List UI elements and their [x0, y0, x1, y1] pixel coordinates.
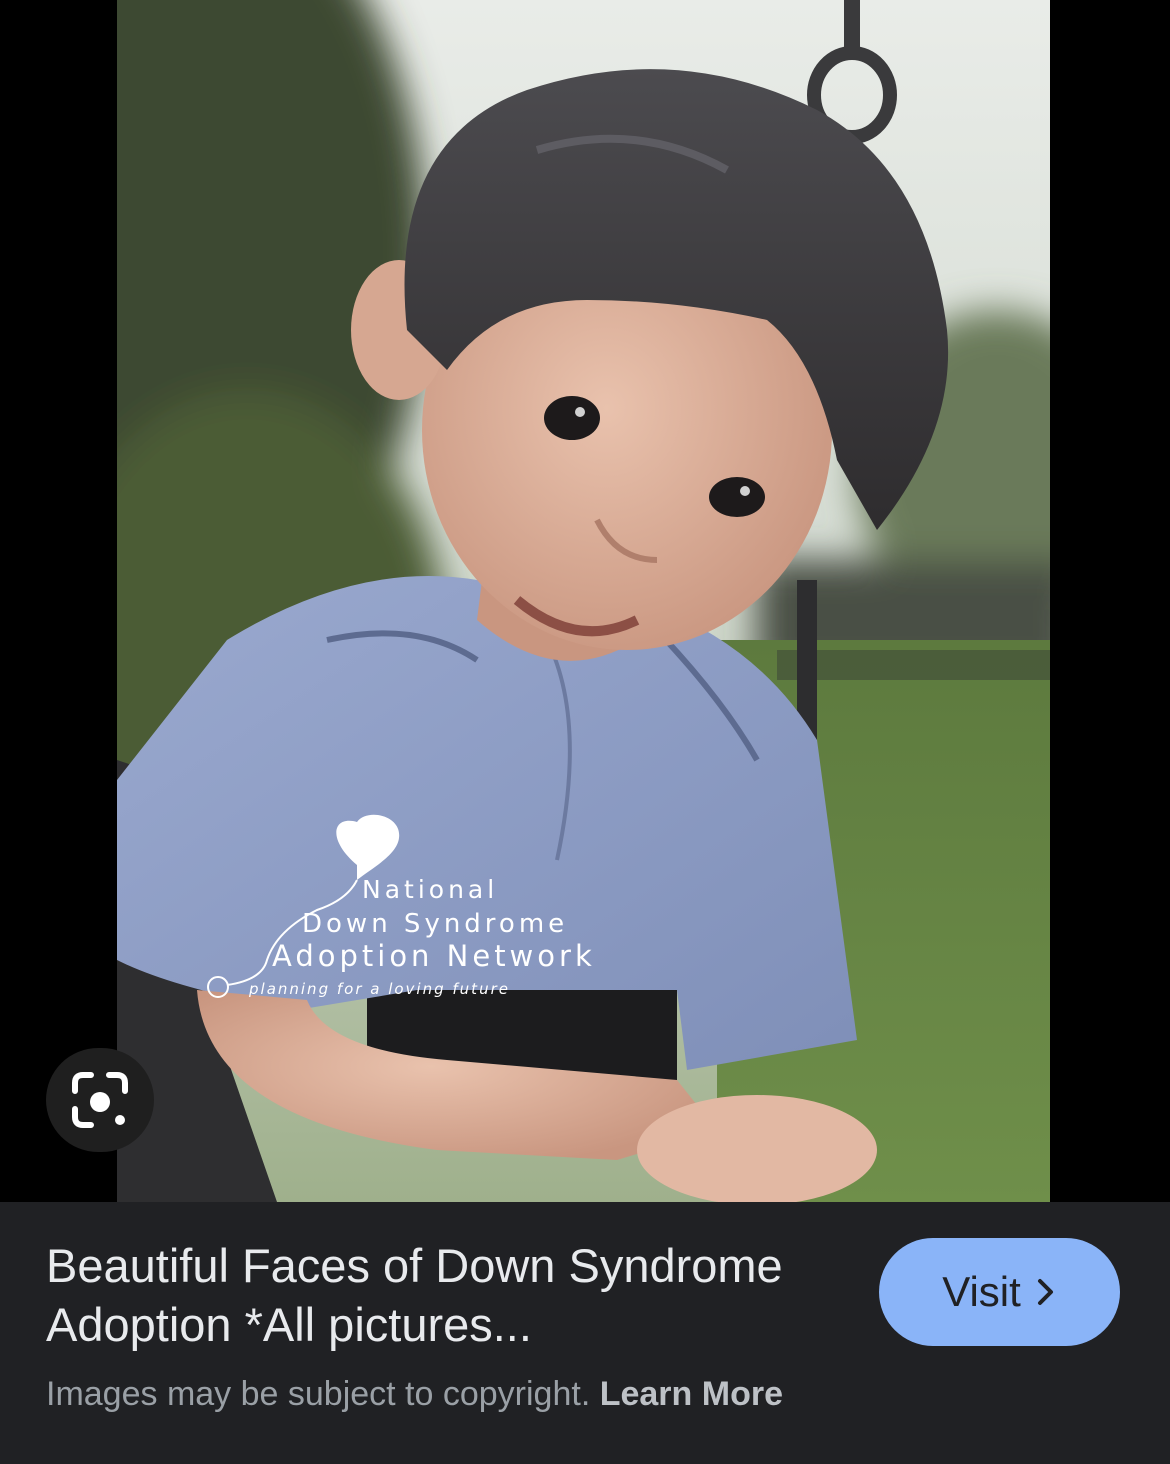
watermark-line-2: Down Syndrome	[302, 909, 568, 939]
left-eye	[544, 396, 600, 440]
copyright-notice: Images may be subject to copyright. Lear…	[46, 1372, 783, 1416]
chevron-right-icon	[1037, 1279, 1053, 1305]
watermark-line-4: planning for a loving future	[248, 980, 510, 998]
hands	[637, 1095, 877, 1202]
preview-photo[interactable]: National Down Syndrome Adoption Network …	[117, 0, 1050, 1202]
image-viewer: National Down Syndrome Adoption Network …	[0, 0, 1170, 1202]
learn-more-link[interactable]: Learn More	[600, 1375, 783, 1413]
watermark-line-1: National	[362, 875, 498, 904]
google-lens-icon	[72, 1072, 128, 1128]
visit-label: Visit	[942, 1268, 1021, 1315]
result-title[interactable]: Beautiful Faces of Down Syndrome Adoptio…	[46, 1236, 846, 1354]
watermark-line-3: Adoption Network	[272, 939, 596, 973]
visit-button[interactable]: Visit	[879, 1238, 1120, 1346]
copyright-text: Images may be subject to copyright.	[46, 1375, 591, 1413]
google-lens-button[interactable]	[46, 1048, 154, 1152]
